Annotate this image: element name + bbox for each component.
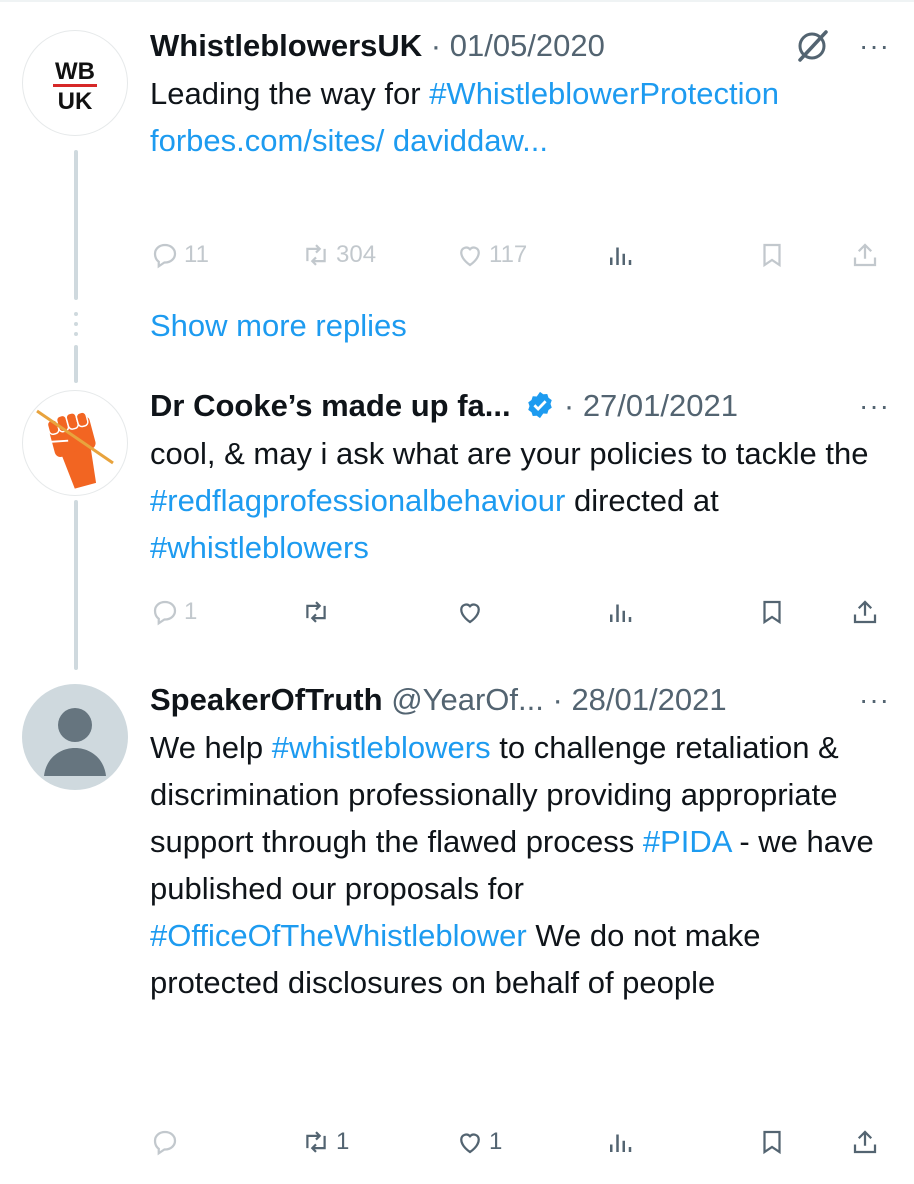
bookmark-icon [763,243,781,268]
more-options-icon[interactable]: ··· [859,24,890,68]
share-icon [853,600,877,624]
tweet-text-segment: We help [150,730,272,765]
bookmark-button[interactable] [757,592,787,632]
views-button[interactable] [605,235,635,275]
hashtag-link[interactable]: #whistleblowers [150,530,369,565]
display-name[interactable]: SpeakerOfTruth [150,682,383,717]
share-button[interactable] [850,1122,880,1162]
logo-line-2: UK [58,88,93,115]
heart-icon [460,246,480,267]
like-button[interactable]: 117 [455,235,527,275]
thread-line [74,500,78,670]
wbuk-logo: WB UK [53,58,97,115]
bookmark-icon [763,1130,781,1155]
logo-line-1: WB [55,58,95,85]
display-name[interactable]: Dr Cooke’s made up fa... [150,388,511,423]
avatar[interactable] [22,684,128,790]
like-button[interactable]: 1 [455,1122,502,1162]
avatar[interactable] [22,390,128,496]
reply-count: 11 [184,241,209,268]
reply-icon [153,243,177,269]
show-more-replies-link[interactable]: Show more replies [150,308,407,344]
reply-button[interactable]: 1 [150,592,197,632]
tweet-header: WhistleblowersUK · 01/05/2020 ··· [150,24,890,68]
fist-icon [36,409,114,489]
thread-gap-dots [74,310,78,340]
reply-button[interactable] [150,1122,180,1162]
like-count: 117 [489,241,528,268]
bookmark-button[interactable] [757,1122,787,1162]
views-icon [610,604,632,622]
repost-button[interactable]: 304 [300,235,376,275]
display-name[interactable]: WhistleblowersUK [150,28,422,63]
like-button[interactable] [455,592,485,632]
tweet-text: Leading the way for #WhistleblowerProtec… [150,70,890,164]
repost-count: 1 [336,1128,350,1155]
repost-button[interactable] [300,592,332,632]
separator-dot: · [552,682,563,717]
tweet-actions: 1 [150,592,890,632]
thread-line [74,150,78,300]
share-button[interactable] [850,592,880,632]
repost-count: 304 [336,241,377,268]
heart-icon [460,1133,480,1154]
tweet-date[interactable]: 01/05/2020 [450,28,605,63]
grok-icon[interactable] [792,26,832,78]
share-icon [853,243,877,267]
tweet-text: cool, & may i ask what are your policies… [150,430,890,571]
tweet-header: Dr Cooke’s made up fa... · 27/01/2021 ··… [150,384,890,428]
bookmark-icon [763,600,781,625]
hashtag-link[interactable]: #OfficeOfTheWhistleblower [150,918,527,953]
reply-count: 1 [184,598,198,625]
heart-icon [460,603,480,624]
verified-badge-icon [525,388,555,432]
tweet-actions: 11 304 117 [150,235,890,275]
reply-button[interactable]: 11 [150,235,209,275]
repost-button[interactable]: 1 [300,1122,349,1162]
reply-icon [153,1130,177,1156]
separator-dot: · [563,388,575,423]
tweet-date[interactable]: 28/01/2021 [571,682,726,717]
repost-icon [306,601,326,623]
user-handle[interactable]: @YearOf... [391,682,544,717]
repost-icon [306,244,326,266]
share-button[interactable] [850,235,880,275]
tweet-text-segment: Leading the way for [150,76,430,111]
views-button[interactable] [605,592,635,632]
tweet-date[interactable]: 27/01/2021 [583,388,738,423]
default-person-icon [44,708,106,776]
repost-icon [306,1131,326,1153]
hashtag-link[interactable]: #PIDA [643,824,731,859]
top-divider [0,0,914,2]
views-icon [610,247,632,265]
views-button[interactable] [605,1122,635,1162]
tweet-text-segment: directed at [565,483,719,518]
tweet-actions: 1 1 [150,1122,890,1162]
tweet-header: SpeakerOfTruth @YearOf... · 28/01/2021 ·… [150,678,890,722]
hashtag-link[interactable]: forbes.com/sites/ daviddaw... [150,123,548,158]
reply-icon [153,600,177,626]
tweet-text: We help #whistleblowers to challenge ret… [150,724,890,1006]
hashtag-link[interactable]: #whistleblowers [272,730,491,765]
thread-line [74,345,78,383]
hashtag-link[interactable]: #redflagprofessionalbehaviour [150,483,565,518]
views-icon [610,1134,632,1152]
avatar[interactable]: WB UK [22,30,128,136]
share-icon [853,1130,877,1154]
hashtag-link[interactable]: #WhistleblowerProtection [429,76,779,111]
more-options-icon[interactable]: ··· [859,678,890,722]
separator-dot: · [430,28,442,63]
bookmark-button[interactable] [757,235,787,275]
more-options-icon[interactable]: ··· [859,384,890,428]
tweet-text-segment: cool, & may i ask what are your policies… [150,436,869,471]
like-count: 1 [489,1128,503,1155]
